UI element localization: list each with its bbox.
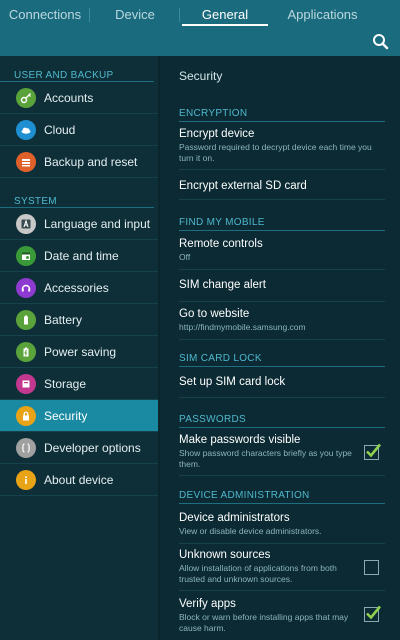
- power-saving-icon: [16, 341, 36, 362]
- sidebar-item-cloud[interactable]: Cloud: [0, 114, 158, 146]
- sidebar-item-power-saving[interactable]: Power saving: [0, 336, 158, 368]
- sidebar-item-backup-reset[interactable]: Backup and reset: [0, 146, 158, 178]
- sidebar-item-label: Battery: [44, 312, 83, 327]
- sidebar-item-label: Backup and reset: [44, 154, 138, 169]
- item-text: Verify apps Block or warn before install…: [179, 598, 354, 633]
- backup-icon: [16, 151, 36, 172]
- item-label: SIM change alert: [179, 279, 266, 291]
- item-description: Show password characters briefly as you …: [179, 448, 352, 469]
- sidebar-item-accessories[interactable]: Accessories: [0, 272, 158, 304]
- checkmark-icon: [366, 605, 382, 620]
- sidebar-item-label: Developer options: [44, 440, 141, 455]
- tab-label: General: [201, 6, 249, 22]
- sidebar-item-date-time[interactable]: Date and time: [0, 240, 158, 272]
- storage-icon: [16, 373, 36, 394]
- item-text: Unknown sources Allow installation of ap…: [179, 549, 354, 584]
- item-label: Remote controls: [179, 238, 263, 250]
- sidebar-item-battery[interactable]: Battery: [0, 304, 158, 336]
- battery-icon: [16, 309, 36, 330]
- set-up-sim-card-lock-item[interactable]: Set up SIM card lock: [179, 376, 385, 398]
- item-description: http://findmymobile.samsung.com: [179, 322, 306, 332]
- braces-icon: [16, 437, 36, 458]
- settings-category-list: USER AND BACKUP Accounts Cloud Backup an…: [0, 56, 158, 640]
- sidebar-item-accounts[interactable]: Accounts: [0, 82, 158, 114]
- checkmark-icon: [366, 443, 382, 458]
- search-button[interactable]: [370, 32, 392, 52]
- device-administrators-item[interactable]: Device administrators View or disable de…: [179, 512, 385, 544]
- encrypt-device-item[interactable]: Encrypt device Password required to decr…: [179, 128, 385, 170]
- accessories-icon: [16, 277, 36, 298]
- cloud-icon: [16, 119, 36, 140]
- user-backup-list: Accounts Cloud Backup and reset: [0, 82, 158, 178]
- section-header-encryption: ENCRYPTION: [179, 108, 385, 122]
- key-icon: [16, 87, 36, 108]
- sidebar-item-language-input[interactable]: Language and input: [0, 208, 158, 240]
- sidebar-item-label: Accessories: [44, 280, 109, 295]
- calendar-icon: [16, 245, 36, 266]
- tab-applications[interactable]: Applications: [270, 0, 375, 28]
- go-to-website-item[interactable]: Go to website http://findmymobile.samsun…: [179, 308, 385, 340]
- tab-label: Device: [115, 6, 155, 22]
- section-header-user-backup: USER AND BACKUP: [0, 56, 154, 82]
- item-label: Go to website: [179, 308, 250, 320]
- section-header-system: SYSTEM: [0, 178, 154, 208]
- item-description: Block or warn before installing apps tha…: [179, 612, 349, 633]
- tab-device[interactable]: Device: [90, 0, 180, 28]
- language-icon: [16, 213, 36, 234]
- item-label: Device administrators: [179, 512, 290, 524]
- encrypt-sd-card-item[interactable]: Encrypt external SD card: [179, 180, 385, 200]
- item-description: Password required to decrypt device each…: [179, 142, 372, 163]
- item-label: Make passwords visible: [179, 434, 301, 446]
- sidebar-item-label: Security: [44, 408, 88, 423]
- item-description: Off: [179, 252, 191, 262]
- tab-general[interactable]: General: [180, 0, 270, 28]
- item-description: View or disable device administrators.: [179, 526, 322, 536]
- item-text: Make passwords visible Show password cha…: [179, 434, 354, 469]
- tab-label: Applications: [287, 6, 358, 22]
- remote-controls-item[interactable]: Remote controls Off: [179, 238, 385, 270]
- item-label: Unknown sources: [179, 549, 271, 561]
- verify-apps-item[interactable]: Verify apps Block or warn before install…: [179, 598, 385, 638]
- search-icon: [373, 34, 389, 50]
- item-label: Set up SIM card lock: [179, 376, 286, 388]
- make-passwords-visible-checkbox[interactable]: [364, 443, 382, 460]
- sidebar-item-label: Cloud: [44, 122, 76, 137]
- tab-label: Connections: [8, 6, 82, 22]
- item-label: Encrypt external SD card: [179, 180, 307, 192]
- top-tab-bar: Connections Device General Applications: [0, 0, 400, 56]
- tab-connections[interactable]: Connections: [0, 0, 90, 28]
- section-header-passwords: PASSWORDS: [179, 414, 385, 428]
- unknown-sources-item[interactable]: Unknown sources Allow installation of ap…: [179, 549, 385, 591]
- section-header-device-administration: DEVICE ADMINISTRATION: [179, 490, 385, 504]
- category-tabs: Connections Device General Applications: [0, 0, 400, 28]
- sidebar-item-security[interactable]: Security: [0, 400, 158, 432]
- sidebar-item-label: Language and input: [44, 216, 151, 231]
- item-label: Encrypt device: [179, 128, 255, 140]
- page-title: Security: [179, 69, 223, 83]
- sidebar-item-label: Date and time: [44, 248, 119, 263]
- sidebar-item-label: Accounts: [44, 90, 94, 105]
- info-icon: [16, 469, 36, 490]
- sim-change-alert-item[interactable]: SIM change alert: [179, 279, 385, 302]
- lock-icon: [16, 405, 36, 426]
- item-description: Allow installation of applications from …: [179, 563, 337, 584]
- sidebar-item-label: Storage: [44, 376, 87, 391]
- system-list: Language and input Date and time Accesso…: [0, 208, 158, 496]
- verify-apps-checkbox[interactable]: [364, 605, 382, 622]
- sidebar-item-label: About device: [44, 472, 114, 487]
- unknown-sources-checkbox[interactable]: [364, 560, 379, 575]
- sidebar-item-developer-options[interactable]: Developer options: [0, 432, 158, 464]
- sidebar-item-about-device[interactable]: About device: [0, 464, 158, 496]
- sidebar-item-storage[interactable]: Storage: [0, 368, 158, 400]
- security-settings-panel: Security ENCRYPTION Encrypt device Passw…: [160, 56, 400, 640]
- item-label: Verify apps: [179, 598, 236, 610]
- make-passwords-visible-item[interactable]: Make passwords visible Show password cha…: [179, 434, 385, 476]
- sidebar-item-label: Power saving: [44, 344, 117, 359]
- section-header-sim-card-lock: SIM CARD LOCK: [179, 353, 385, 367]
- section-header-find-my-mobile: FIND MY MOBILE: [179, 217, 385, 231]
